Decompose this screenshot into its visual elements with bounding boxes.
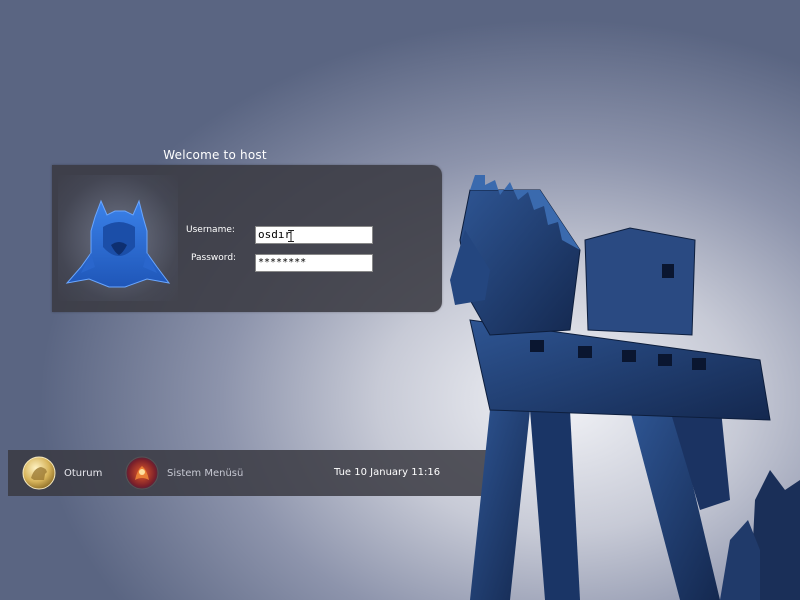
- welcome-title: Welcome to host: [163, 148, 267, 162]
- username-label: Username:: [186, 225, 235, 235]
- username-input[interactable]: [255, 226, 373, 244]
- password-input[interactable]: [255, 254, 373, 272]
- text-cursor-icon: [288, 230, 294, 242]
- login-panel: Username: Password:: [52, 165, 442, 312]
- session-coin-icon: [22, 456, 56, 490]
- pardus-cat-logo-icon: [65, 199, 171, 288]
- system-menu-button[interactable]: Sistem Menüsü: [125, 456, 243, 490]
- logo-frame: [58, 175, 178, 301]
- session-label: Oturum: [64, 467, 103, 479]
- password-label: Password:: [191, 253, 237, 263]
- system-menu-label: Sistem Menüsü: [167, 467, 244, 479]
- trojan-horse-wallpaper: [450, 175, 800, 600]
- clock: Tue 10 January 11:16: [334, 467, 441, 478]
- session-button[interactable]: Oturum: [22, 456, 102, 490]
- bottom-bar: Oturum Sistem Menüsü Tue 10 January 11:1…: [8, 450, 487, 496]
- system-menu-icon: [125, 456, 159, 490]
